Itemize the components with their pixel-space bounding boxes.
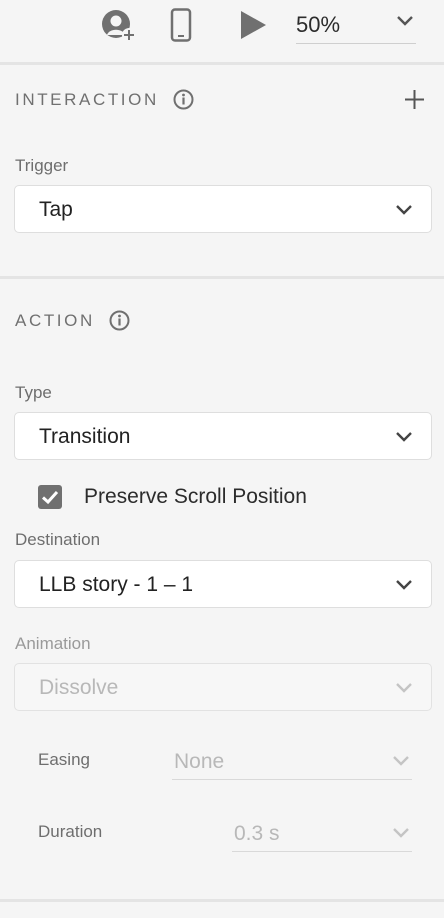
- easing-select[interactable]: None: [172, 744, 412, 780]
- chevron-down-icon: [395, 578, 413, 596]
- type-dropdown[interactable]: Transition: [14, 412, 432, 460]
- info-icon[interactable]: [173, 89, 194, 115]
- animation-value: Dissolve: [39, 676, 119, 699]
- chevron-down-icon: [392, 754, 410, 772]
- preserve-scroll-label[interactable]: Preserve Scroll Position: [84, 485, 307, 509]
- animation-dropdown[interactable]: Dissolve: [14, 663, 432, 711]
- destination-value: LLB story - 1 – 1: [39, 573, 194, 596]
- zoom-select[interactable]: 50%: [296, 8, 416, 44]
- info-icon[interactable]: [109, 310, 130, 336]
- trigger-dropdown[interactable]: Tap: [14, 185, 432, 233]
- zoom-value: 50%: [296, 12, 341, 37]
- play-icon[interactable]: [240, 10, 268, 40]
- duration-label: Duration: [38, 822, 103, 841]
- easing-label: Easing: [38, 750, 90, 769]
- divider: [0, 899, 444, 902]
- easing-value: None: [174, 750, 225, 773]
- chevron-down-icon: [392, 826, 410, 844]
- trigger-value: Tap: [39, 198, 73, 221]
- chevron-down-icon: [396, 14, 414, 32]
- chevron-down-icon: [395, 203, 413, 221]
- preserve-scroll-checkbox[interactable]: [38, 485, 62, 509]
- trigger-label: Trigger: [15, 156, 69, 175]
- toolbar: 50%: [0, 0, 444, 62]
- add-interaction-icon[interactable]: [404, 89, 425, 115]
- chevron-down-icon: [395, 681, 413, 699]
- divider: [0, 62, 444, 65]
- divider: [0, 276, 444, 279]
- duration-select[interactable]: 0.3 s: [232, 816, 412, 852]
- type-value: Transition: [39, 425, 131, 448]
- section-title-action: ACTION: [15, 311, 95, 330]
- user-add-icon[interactable]: [100, 8, 138, 44]
- destination-dropdown[interactable]: LLB story - 1 – 1: [14, 560, 432, 608]
- animation-label: Animation: [15, 634, 91, 653]
- section-title-interaction: INTERACTION: [15, 90, 159, 109]
- chevron-down-icon: [395, 430, 413, 448]
- type-label: Type: [15, 383, 52, 402]
- destination-label: Destination: [15, 530, 101, 549]
- mobile-device-icon[interactable]: [170, 8, 192, 42]
- checkmark-icon: [41, 490, 59, 505]
- duration-value: 0.3 s: [234, 822, 280, 845]
